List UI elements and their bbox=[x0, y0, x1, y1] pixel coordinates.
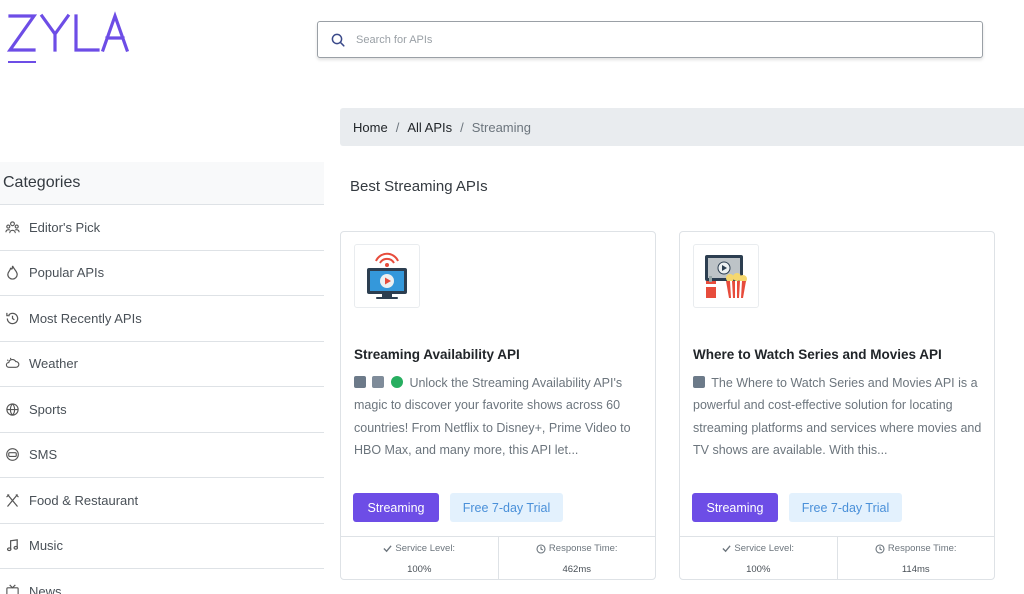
zyla-logo[interactable] bbox=[6, 8, 131, 66]
category-tag-button[interactable]: Streaming bbox=[692, 493, 778, 522]
categories-title: Categories bbox=[0, 162, 324, 205]
breadcrumb-separator: / bbox=[395, 119, 400, 135]
sidebar-item-editors-pick[interactable]: Editor's Pick bbox=[0, 205, 324, 251]
api-card[interactable]: Streaming Availability API Unlock the St… bbox=[340, 231, 656, 580]
search-input[interactable] bbox=[356, 33, 936, 46]
check-icon bbox=[383, 545, 393, 553]
api-thumbnail bbox=[354, 244, 420, 308]
api-stats: Service Level: 100% Response Time: 114ms bbox=[680, 536, 995, 579]
sidebar-item-label: Weather bbox=[29, 356, 78, 372]
sidebar-item-food-restaurant[interactable]: Food & Restaurant bbox=[0, 478, 324, 524]
sidebar-item-label: Music bbox=[29, 538, 63, 554]
response-time-stat: Response Time: 462ms bbox=[497, 537, 656, 579]
book-icon bbox=[693, 376, 705, 388]
service-level-label: Service Level: bbox=[395, 543, 456, 554]
response-time-value: 114ms bbox=[901, 564, 930, 575]
response-time-stat: Response Time: 114ms bbox=[836, 537, 995, 579]
api-title[interactable]: Where to Watch Series and Movies API bbox=[693, 347, 942, 362]
sidebar-item-label: News bbox=[29, 583, 62, 594]
streaming-tv-icon bbox=[367, 252, 407, 299]
group-icon bbox=[4, 219, 20, 235]
breadcrumb: Home / All APIs / Streaming bbox=[340, 108, 1024, 146]
sidebar-item-label: Popular APIs bbox=[29, 265, 105, 281]
tv-icon bbox=[372, 376, 385, 388]
breadcrumb-home[interactable]: Home bbox=[353, 120, 388, 135]
api-description-text: Unlock the Streaming Availability API's … bbox=[354, 376, 631, 457]
breadcrumb-separator: / bbox=[460, 119, 464, 135]
service-level-label: Service Level: bbox=[734, 543, 795, 554]
api-description: The Where to Watch Series and Movies API… bbox=[693, 372, 985, 461]
ball-icon bbox=[4, 401, 20, 417]
sms-icon bbox=[4, 447, 20, 463]
section-title: Best Streaming APIs bbox=[350, 178, 488, 195]
api-description: Unlock the Streaming Availability API's … bbox=[354, 372, 646, 461]
news-icon bbox=[4, 583, 20, 594]
globe-icon bbox=[390, 376, 403, 388]
free-trial-button[interactable]: Free 7-day Trial bbox=[789, 493, 902, 522]
api-thumbnail bbox=[693, 244, 759, 308]
response-time-label: Response Time: bbox=[548, 543, 618, 554]
utensils-icon bbox=[4, 492, 20, 508]
search-icon bbox=[331, 33, 345, 47]
sidebar-item-label: Sports bbox=[29, 401, 67, 417]
sidebar-item-label: Editor's Pick bbox=[29, 219, 101, 235]
sidebar-item-news[interactable]: News bbox=[0, 569, 324, 594]
book-icon bbox=[354, 376, 366, 388]
breadcrumb-all-apis[interactable]: All APIs bbox=[407, 120, 452, 135]
category-tag-button[interactable]: Streaming bbox=[353, 493, 439, 522]
free-trial-button[interactable]: Free 7-day Trial bbox=[450, 493, 563, 522]
music-icon bbox=[4, 538, 20, 554]
sidebar-item-label: Food & Restaurant bbox=[29, 492, 139, 508]
sidebar-item-weather[interactable]: Weather bbox=[0, 342, 324, 387]
api-stats: Service Level: 100% Response Time: 462ms bbox=[341, 536, 656, 579]
service-level-value: 100% bbox=[407, 564, 432, 575]
sidebar-item-label: SMS bbox=[29, 447, 58, 463]
check-icon bbox=[722, 545, 732, 553]
sidebar-item-most-recently-apis[interactable]: Most Recently APIs bbox=[0, 296, 324, 342]
response-time-label: Response Time: bbox=[887, 543, 957, 554]
sidebar-item-popular-apis[interactable]: Popular APIs bbox=[0, 251, 324, 296]
flame-icon bbox=[4, 265, 20, 281]
breadcrumb-current: Streaming bbox=[471, 119, 531, 135]
sidebar-item-music[interactable]: Music bbox=[0, 524, 324, 569]
service-level-stat: Service Level: 100% bbox=[341, 537, 498, 579]
api-card[interactable]: Where to Watch Series and Movies API The… bbox=[679, 231, 995, 580]
cloud-icon bbox=[4, 356, 20, 372]
sidebar-item-sports[interactable]: Sports bbox=[0, 387, 324, 433]
service-level-value: 100% bbox=[746, 564, 771, 575]
sidebar-item-label: Most Recently APIs bbox=[29, 310, 142, 326]
service-level-stat: Service Level: 100% bbox=[680, 537, 837, 579]
api-title[interactable]: Streaming Availability API bbox=[354, 347, 520, 362]
search-bar[interactable] bbox=[317, 21, 983, 58]
api-description-text: The Where to Watch Series and Movies API… bbox=[693, 376, 982, 457]
movie-popcorn-icon bbox=[705, 255, 747, 299]
clock-icon bbox=[536, 543, 546, 554]
categories-sidebar: Categories Editor's Pick Popular APIs Mo… bbox=[0, 162, 324, 594]
response-time-value: 462ms bbox=[562, 564, 591, 575]
history-icon bbox=[4, 310, 20, 326]
sidebar-item-sms[interactable]: SMS bbox=[0, 433, 324, 478]
clock-icon bbox=[875, 543, 885, 554]
